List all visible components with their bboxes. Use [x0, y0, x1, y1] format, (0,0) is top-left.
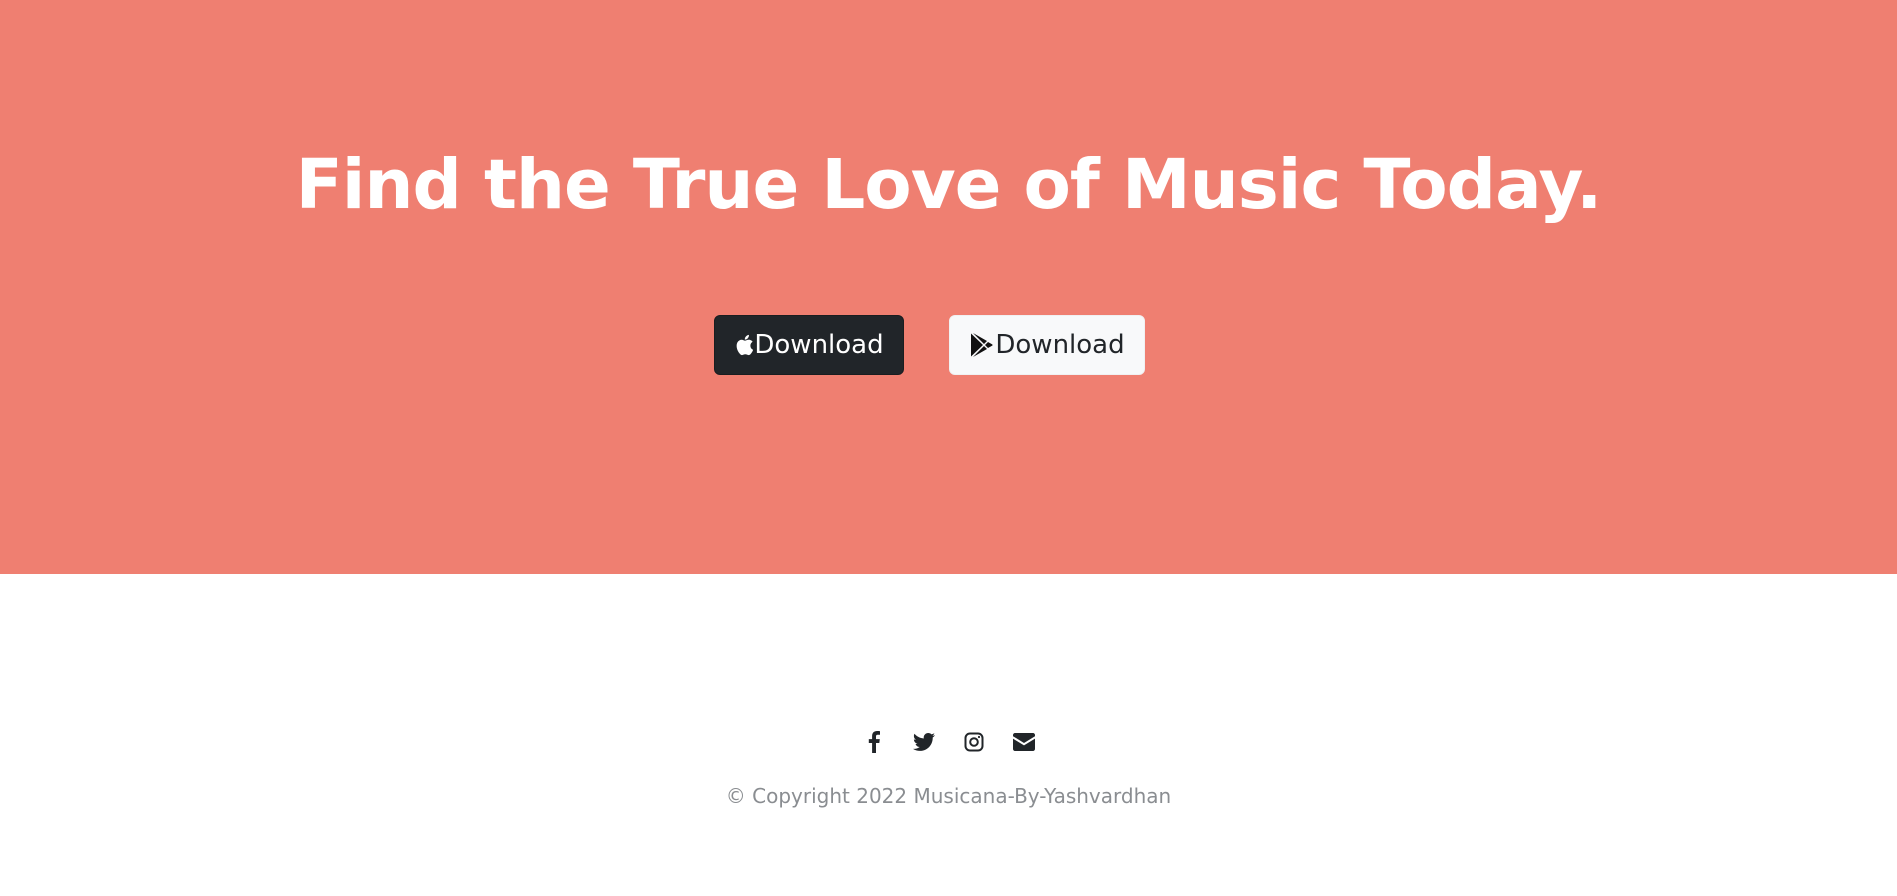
instagram-icon[interactable]	[962, 730, 986, 754]
social-links	[0, 730, 1897, 754]
envelope-icon[interactable]	[1012, 730, 1036, 754]
hero-title: Find the True Love of Music Today.	[295, 145, 1603, 225]
google-play-download-label: Download	[995, 330, 1125, 360]
hero-section: Find the True Love of Music Today. Downl…	[0, 0, 1897, 574]
google-play-icon	[969, 332, 993, 358]
google-play-download-button[interactable]: Download	[949, 315, 1145, 375]
apple-icon	[734, 333, 754, 357]
facebook-icon[interactable]	[862, 730, 886, 754]
twitter-icon[interactable]	[912, 730, 936, 754]
copyright-text: © Copyright 2022 Musicana-By-Yashvardhan	[725, 784, 1172, 808]
app-store-download-label: Download	[754, 330, 884, 360]
app-store-download-button[interactable]: Download	[714, 315, 904, 375]
